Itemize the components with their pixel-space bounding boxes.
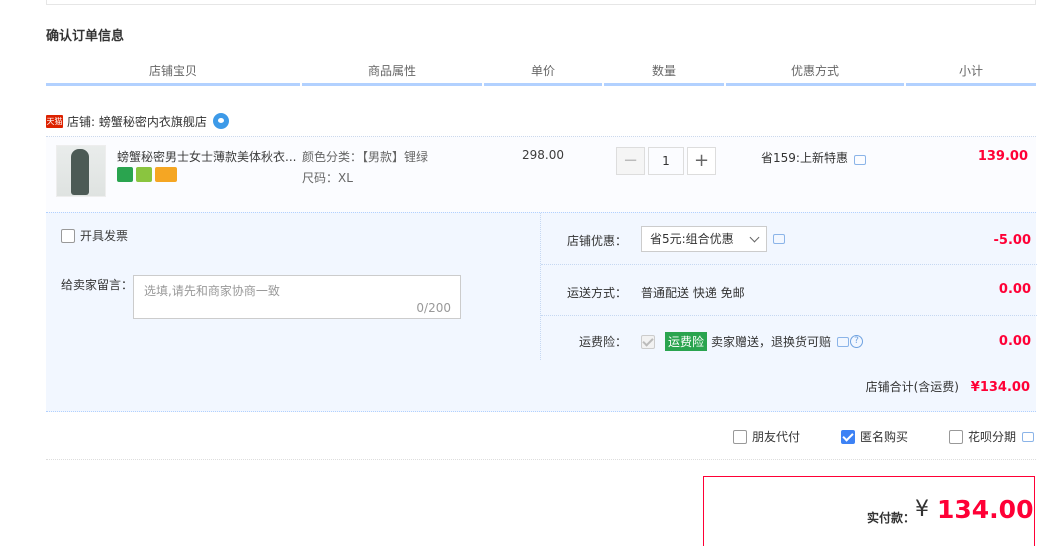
insurance-label: 运费险：	[578, 335, 627, 349]
invoice-checkbox[interactable]	[61, 228, 75, 243]
shipping-label: 运送方式：	[566, 286, 627, 300]
anonymous-checkbox[interactable]	[841, 429, 855, 444]
shop-row: 天猫 店铺: 螃蟹秘密内衣旗舰店	[46, 112, 229, 130]
shop-discount-amount: -5.00	[993, 233, 1031, 248]
currency-symbol: ¥	[915, 497, 929, 522]
col-discount: 优惠方式	[726, 60, 904, 86]
shop-discount-selected: 省5元:组合优惠	[650, 232, 734, 246]
friend-pay-label: 朋友代付	[752, 430, 801, 444]
insurance-checkbox	[641, 334, 655, 349]
message-char-count: 0/200	[416, 301, 451, 315]
invoice-option[interactable]: 开具发票	[61, 227, 128, 244]
attr-color: 颜色分类：【男款】锂绿	[302, 150, 429, 164]
qty-input[interactable]: 1	[648, 147, 684, 175]
col-unit-price: 单价	[484, 60, 602, 86]
message-label: 给卖家留言：	[61, 278, 134, 292]
huabei-checkbox[interactable]	[949, 429, 963, 444]
left-panel: 开具发票 给卖家留言： 选填,请先和商家协商一致 0/200	[46, 213, 540, 360]
qty-plus-button[interactable]: +	[687, 147, 716, 175]
anonymous-label: 匿名购买	[860, 430, 909, 444]
shipping-value: 普通配送 快递 免邮	[641, 286, 745, 300]
shop-total: 店铺合计(含运费) ¥134.00	[866, 378, 1030, 395]
shop-total-amount: ¥134.00	[970, 380, 1030, 395]
message-placeholder: 选填,请先和商家协商一致	[144, 284, 280, 298]
comment-icon[interactable]	[853, 154, 866, 165]
payment-options: 朋友代付 匿名购买 花呗分期	[46, 412, 1036, 460]
anonymous-option[interactable]: 匿名购买	[841, 428, 908, 445]
product-name-link[interactable]: 螃蟹秘密男士女士薄款美体秋衣...	[117, 148, 297, 165]
col-shop-item: 店铺宝贝	[46, 60, 300, 86]
shipping-amount: 0.00	[998, 282, 1031, 297]
shipping-row: 运送方式： 普通配送 快递 免邮 0.00	[541, 265, 1037, 316]
invoice-label: 开具发票	[80, 229, 129, 243]
order-item-row: 螃蟹秘密男士女士薄款美体秋衣... 颜色分类：【男款】锂绿 尺码：XL 298.…	[46, 136, 1036, 212]
chevron-down-icon	[749, 232, 760, 243]
product-thumbnail[interactable]	[56, 145, 106, 197]
shop-discount-row: 店铺优惠： 省5元:组合优惠 -5.00	[541, 213, 1037, 265]
shop-discount-label: 店铺优惠：	[566, 234, 627, 248]
payment-summary-box: 实付款： ¥ 134.00	[703, 476, 1035, 546]
attr-size: 尺码：XL	[302, 171, 353, 185]
insurance-control: 运费险 卖家赠送，退换货可赔 ?	[641, 332, 864, 351]
huabei-option[interactable]: 花呗分期	[949, 428, 1035, 445]
seven-day-return-icon	[117, 167, 133, 182]
insurance-row: 运费险： 运费险 卖家赠送，退换货可赔 ? 0.00	[541, 316, 1037, 360]
comment-icon[interactable]	[773, 234, 785, 244]
message-textarea[interactable]: 选填,请先和商家协商一致 0/200	[133, 275, 461, 319]
item-subtotal: 139.00	[977, 149, 1028, 164]
insurance-tag: 运费险	[665, 332, 708, 351]
comment-icon[interactable]	[837, 336, 850, 347]
chat-seller-icon[interactable]	[212, 113, 229, 129]
comment-icon[interactable]	[1022, 431, 1035, 442]
credit-card-icon	[155, 167, 177, 182]
right-panel: 店铺优惠： 省5元:组合优惠 -5.00 运送方式： 普通配送 快递 免邮 0.…	[540, 213, 1037, 360]
insurance-value: 卖家赠送，退换货可赔	[711, 335, 832, 349]
col-attributes: 商品属性	[302, 60, 482, 86]
shop-name-link[interactable]: 店铺: 螃蟹秘密内衣旗舰店	[67, 113, 207, 130]
quantity-stepper: − 1 +	[616, 147, 716, 175]
shop-total-label: 店铺合计(含运费)	[865, 380, 959, 394]
qty-minus-button[interactable]: −	[616, 147, 645, 175]
col-quantity: 数量	[604, 60, 724, 86]
promo-text: 省159:上新特惠	[761, 151, 848, 165]
shop-discount-select[interactable]: 省5元:组合优惠	[641, 226, 767, 252]
insurance-amount: 0.00	[998, 334, 1031, 349]
unit-price: 298.00	[522, 148, 564, 162]
friend-pay-checkbox[interactable]	[733, 429, 747, 444]
order-detail-panel: 开具发票 给卖家留言： 选填,请先和商家协商一致 0/200 店铺优惠： 省5元…	[46, 212, 1037, 412]
promo-info: 省159:上新特惠	[761, 149, 866, 166]
payment-label: 实付款：	[867, 511, 916, 525]
previous-section-box	[46, 0, 1036, 5]
section-title: 确认订单信息	[46, 29, 125, 44]
tmall-badge: 天猫	[46, 114, 63, 128]
help-icon[interactable]: ?	[850, 335, 864, 348]
huabei-label: 花呗分期	[968, 430, 1017, 444]
guarantee-icon	[136, 167, 152, 182]
service-badges	[117, 167, 177, 182]
shop-discount-control: 省5元:组合优惠	[641, 226, 785, 252]
friend-pay-option[interactable]: 朋友代付	[733, 428, 800, 445]
payment-amount: 134.00	[937, 495, 1034, 524]
table-header: 店铺宝贝 商品属性 单价 数量 优惠方式 小计	[46, 60, 1036, 86]
col-subtotal: 小计	[906, 60, 1036, 86]
